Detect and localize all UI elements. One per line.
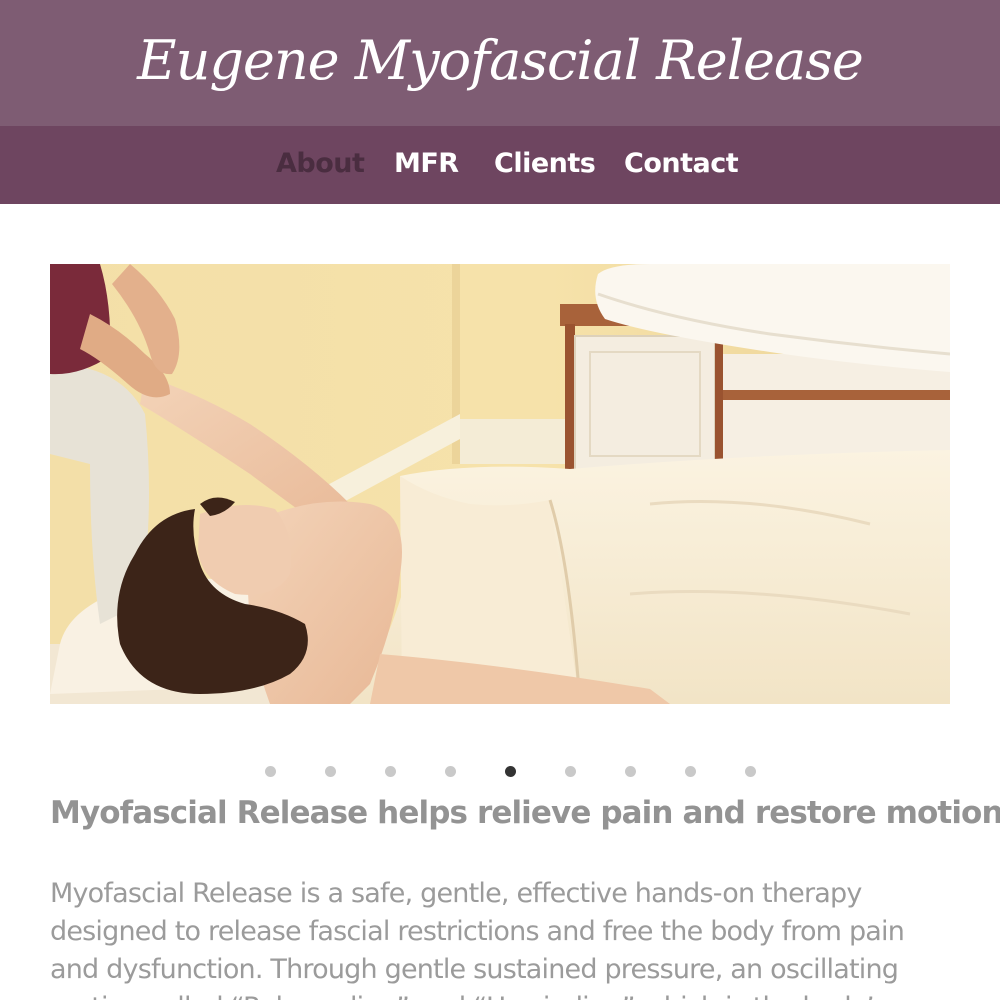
carousel-dot[interactable]	[745, 766, 756, 777]
carousel-dot[interactable]	[625, 766, 636, 777]
carousel-dots	[0, 765, 1000, 779]
carousel-dot[interactable]	[685, 766, 696, 777]
carousel-dot[interactable]	[445, 766, 456, 777]
carousel-dot[interactable]	[565, 766, 576, 777]
massage-therapy-photo	[50, 264, 950, 704]
carousel-dot-active[interactable]	[505, 766, 516, 777]
nav-item-clients[interactable]: Clients	[494, 126, 596, 204]
hero-image	[50, 264, 950, 704]
site-title[interactable]: Eugene Myofascial Release	[137, 34, 864, 88]
intro-paragraph: Myofascial Release is a safe, gentle, ef…	[50, 878, 905, 1000]
site-header: Eugene Myofascial Release	[0, 0, 1000, 126]
main-nav: About MFR Clients Contact	[0, 126, 1000, 204]
nav-item-contact[interactable]: Contact	[624, 126, 739, 204]
carousel-dot[interactable]	[385, 766, 396, 777]
nav-item-mfr[interactable]: MFR	[394, 126, 459, 204]
nav-item-about[interactable]: About	[276, 126, 365, 204]
slide-heading: Myofascial Release helps relieve pain an…	[50, 795, 1000, 831]
carousel-dot[interactable]	[265, 766, 276, 777]
carousel-dot[interactable]	[325, 766, 336, 777]
